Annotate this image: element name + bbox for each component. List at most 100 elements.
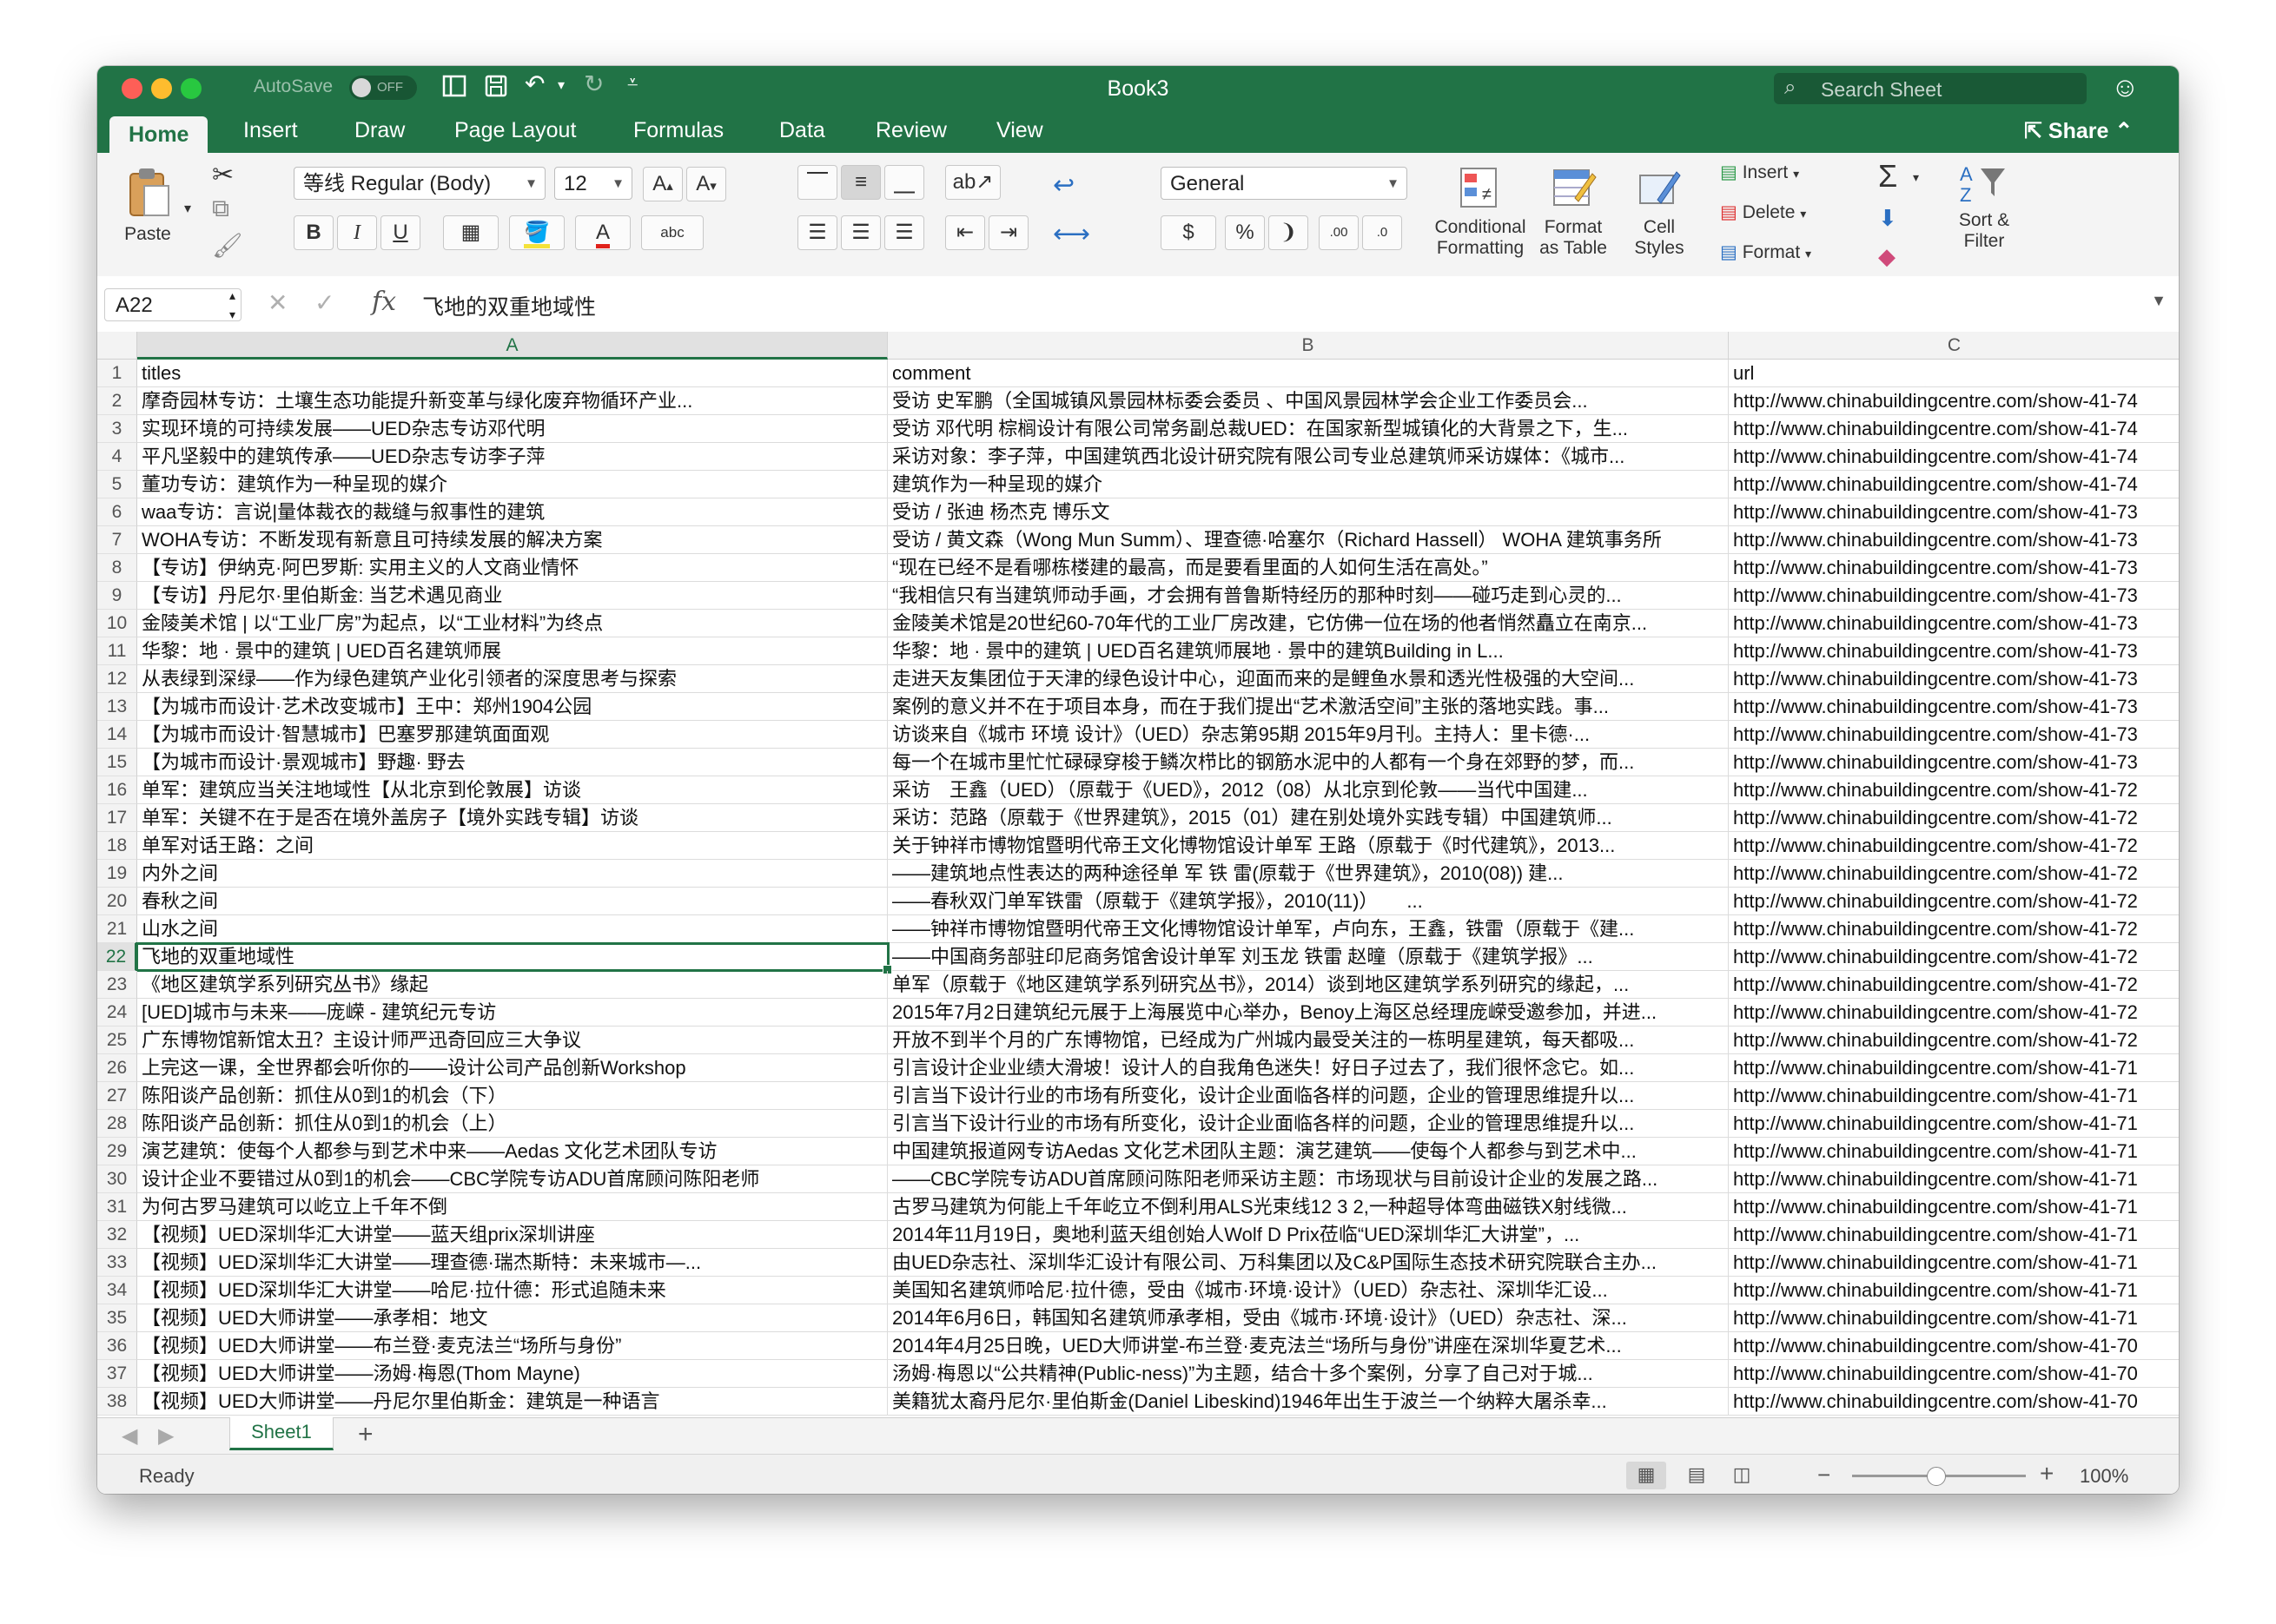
page-break-view-button[interactable]: ◫ — [1722, 1462, 1762, 1489]
row-header[interactable]: 12 — [97, 665, 137, 693]
cell-b[interactable]: 开放不到半个月的广东博物馆，已经成为广州城内最受关注的一栋明星建筑，每天都吸..… — [888, 1027, 1729, 1054]
tab-page-layout[interactable]: Page Layout — [454, 118, 576, 143]
row-header[interactable]: 8 — [97, 554, 137, 582]
row-header[interactable]: 30 — [97, 1165, 137, 1193]
cell-a[interactable]: 设计企业不要错过从0到1的机会——CBC学院专访ADU首席顾问陈阳老师 — [137, 1165, 888, 1193]
font-name-select[interactable]: 等线 Regular (Body) ▼ — [294, 167, 546, 200]
row-header[interactable]: 5 — [97, 471, 137, 498]
cell-a[interactable]: waa专访：言说|量体裁衣的裁缝与叙事性的建筑 — [137, 498, 888, 526]
cell-c[interactable]: url — [1729, 360, 2179, 387]
insert-cells-button[interactable]: ▤ Insert ▾ — [1720, 162, 1799, 183]
cell-a[interactable]: 金陵美术馆 | 以“工业厂房”为起点，以“工业材料”为终点 — [137, 610, 888, 637]
tab-draw[interactable]: Draw — [354, 118, 405, 143]
orientation-button[interactable]: ab↗ — [945, 165, 1001, 200]
cell-b[interactable]: 古罗马建筑为何能上千年屹立不倒利用ALS光束线12 3 2,一种超导体弯曲磁铁X… — [888, 1193, 1729, 1221]
cell-c[interactable]: http://www.chinabuildingcentre.com/show-… — [1729, 554, 2179, 582]
align-right-button[interactable]: ☰ — [884, 215, 924, 250]
align-middle-button[interactable]: ≡ — [841, 165, 881, 200]
row-header[interactable]: 15 — [97, 749, 137, 776]
align-left-button[interactable]: ☰ — [797, 215, 837, 250]
cell-a[interactable]: 春秋之间 — [137, 888, 888, 915]
cell-c[interactable]: http://www.chinabuildingcentre.com/show-… — [1729, 888, 2179, 915]
cell-c[interactable]: http://www.chinabuildingcentre.com/show-… — [1729, 1110, 2179, 1138]
row-header[interactable]: 22 — [97, 943, 137, 971]
cell-b[interactable]: 由UED杂志社、深圳华汇设计有限公司、万科集团以及C&P国际生态技术研究院联合主… — [888, 1249, 1729, 1277]
cell-c[interactable]: http://www.chinabuildingcentre.com/show-… — [1729, 860, 2179, 888]
cell-b[interactable]: 华黎：地 · 景中的建筑 | UED百名建筑师展地 · 景中的建筑Buildin… — [888, 637, 1729, 665]
autosum-dropdown-icon[interactable]: ▾ — [1913, 170, 1919, 185]
cell-b[interactable]: ——钟祥市博物馆暨明代帝王文化博物馆设计单军，卢向东，王鑫，铁雷（原载于《建..… — [888, 915, 1729, 943]
cell-c[interactable]: http://www.chinabuildingcentre.com/show-… — [1729, 832, 2179, 860]
column-header-b[interactable]: B — [888, 332, 1729, 360]
cell-a[interactable]: 【视频】UED大师讲堂——汤姆·梅恩(Thom Mayne) — [137, 1360, 888, 1388]
cell-b[interactable]: 访谈来自《城市 环境 设计》（UED）杂志第95期 2015年9月刊。主持人：里… — [888, 721, 1729, 749]
row-header[interactable]: 34 — [97, 1277, 137, 1304]
row-header[interactable]: 28 — [97, 1110, 137, 1138]
row-header[interactable]: 17 — [97, 804, 137, 832]
cell-a[interactable]: 摩奇园林专访：土壤生态功能提升新变革与绿化废弃物循环产业... — [137, 387, 888, 415]
cell-c[interactable]: http://www.chinabuildingcentre.com/show-… — [1729, 971, 2179, 999]
borders-button[interactable]: ▦ — [443, 215, 499, 250]
cell-c[interactable]: http://www.chinabuildingcentre.com/show-… — [1729, 1027, 2179, 1054]
cell-a[interactable]: [UED]城市与未来——庞嵘 - 建筑纪元专访 — [137, 999, 888, 1027]
italic-button[interactable]: I — [337, 215, 377, 250]
cut-icon[interactable]: ✂ — [212, 160, 234, 190]
cell-b[interactable]: 引言当下设计行业的市场有所变化，设计企业面临各样的问题，企业的管理思维提升以..… — [888, 1110, 1729, 1138]
cell-a[interactable]: 【专访】伊纳克·阿巴罗斯: 实用主义的人文商业情怀 — [137, 554, 888, 582]
cell-a[interactable]: 单军：关键不在于是否在境外盖房子【境外实践专辑】访谈 — [137, 804, 888, 832]
row-header[interactable]: 25 — [97, 1027, 137, 1054]
autosum-icon[interactable]: Σ — [1878, 158, 1897, 195]
cell-b[interactable]: 引言设计企业业绩大滑坡！设计人的自我角色迷失！好日子过去了，我们很怀念它。如..… — [888, 1054, 1729, 1082]
cell-c[interactable]: http://www.chinabuildingcentre.com/show-… — [1729, 749, 2179, 776]
row-header[interactable]: 36 — [97, 1332, 137, 1360]
tab-insert[interactable]: Insert — [243, 118, 298, 143]
add-sheet-button[interactable]: + — [358, 1420, 374, 1449]
cell-c[interactable]: http://www.chinabuildingcentre.com/show-… — [1729, 443, 2179, 471]
row-header[interactable]: 38 — [97, 1388, 137, 1416]
sort-filter-button[interactable]: AZ Sort & Filter — [1948, 162, 2021, 252]
cell-b[interactable]: 采访对象：李子萍，中国建筑西北设计研究院有限公司专业总建筑师采访媒体：《城市..… — [888, 443, 1729, 471]
percent-button[interactable]: % — [1225, 215, 1265, 250]
cell-a[interactable]: 内外之间 — [137, 860, 888, 888]
decrease-decimal-button[interactable]: .0 — [1362, 215, 1402, 250]
cancel-edit-icon[interactable]: ✕ — [268, 288, 288, 317]
delete-cells-button[interactable]: ▤ Delete ▾ — [1720, 201, 1806, 223]
comma-style-button[interactable]: ❩ — [1268, 215, 1308, 250]
cell-c[interactable]: http://www.chinabuildingcentre.com/show-… — [1729, 1082, 2179, 1110]
row-header[interactable]: 14 — [97, 721, 137, 749]
decrease-indent-button[interactable]: ⇤ — [945, 215, 985, 250]
cell-a[interactable]: 平凡坚毅中的建筑传承——UED杂志专访李子萍 — [137, 443, 888, 471]
fill-icon[interactable]: ⬇ — [1878, 205, 1897, 232]
cell-c[interactable]: http://www.chinabuildingcentre.com/show-… — [1729, 1193, 2179, 1221]
page-layout-view-button[interactable]: ▤ — [1677, 1462, 1717, 1489]
cell-a[interactable]: 实现环境的可持续发展——UED杂志专访邓代明 — [137, 415, 888, 443]
cell-b[interactable]: 美籍犹太裔丹尼尔·里伯斯金(Daniel Libeskind)1946年出生于波… — [888, 1388, 1729, 1416]
number-format-select[interactable]: General ▼ — [1161, 167, 1407, 200]
cell-b[interactable]: 关于钟祥市博物馆暨明代帝王文化博物馆设计单军 王路（原载于《时代建筑》，2013… — [888, 832, 1729, 860]
search-sheet-input[interactable]: ⌕ Search Sheet — [1774, 73, 2087, 104]
cell-c[interactable]: http://www.chinabuildingcentre.com/show-… — [1729, 721, 2179, 749]
cell-c[interactable]: http://www.chinabuildingcentre.com/show-… — [1729, 1360, 2179, 1388]
tab-home[interactable]: Home — [109, 116, 208, 153]
row-header[interactable]: 1 — [97, 360, 137, 387]
cell-c[interactable]: http://www.chinabuildingcentre.com/show-… — [1729, 637, 2179, 665]
name-box[interactable]: A22 ▴ ▾ — [104, 288, 241, 321]
zoom-slider-knob[interactable] — [1927, 1467, 1946, 1486]
cell-c[interactable]: http://www.chinabuildingcentre.com/show-… — [1729, 1277, 2179, 1304]
row-header[interactable]: 18 — [97, 832, 137, 860]
column-header-a[interactable]: A — [137, 332, 888, 360]
cell-c[interactable]: http://www.chinabuildingcentre.com/show-… — [1729, 610, 2179, 637]
cell-a[interactable]: 【视频】UED深圳华汇大讲堂——理查德·瑞杰斯特：未来城市—... — [137, 1249, 888, 1277]
cell-a[interactable]: 【专访】丹尼尔·里伯斯金: 当艺术遇见商业 — [137, 582, 888, 610]
row-header[interactable]: 20 — [97, 888, 137, 915]
normal-view-button[interactable]: ▦ — [1626, 1462, 1666, 1489]
cell-a[interactable]: 从表绿到深绿——作为绿色建筑产业化引领者的深度思考与探索 — [137, 665, 888, 693]
cell-c[interactable]: http://www.chinabuildingcentre.com/show-… — [1729, 415, 2179, 443]
next-sheet-icon[interactable]: ▶ — [158, 1423, 174, 1449]
cell-a[interactable]: 【为城市而设计·艺术改变城市】王中：郑州1904公园 — [137, 693, 888, 721]
row-header[interactable]: 7 — [97, 526, 137, 554]
cell-c[interactable]: http://www.chinabuildingcentre.com/show-… — [1729, 471, 2179, 498]
row-header[interactable]: 16 — [97, 776, 137, 804]
cell-b[interactable]: 采访：范路（原载于《世界建筑》，2015（01）建在别处境外实践专辑）中国建筑师… — [888, 804, 1729, 832]
format-cells-button[interactable]: ▤ Format ▾ — [1720, 241, 1811, 263]
